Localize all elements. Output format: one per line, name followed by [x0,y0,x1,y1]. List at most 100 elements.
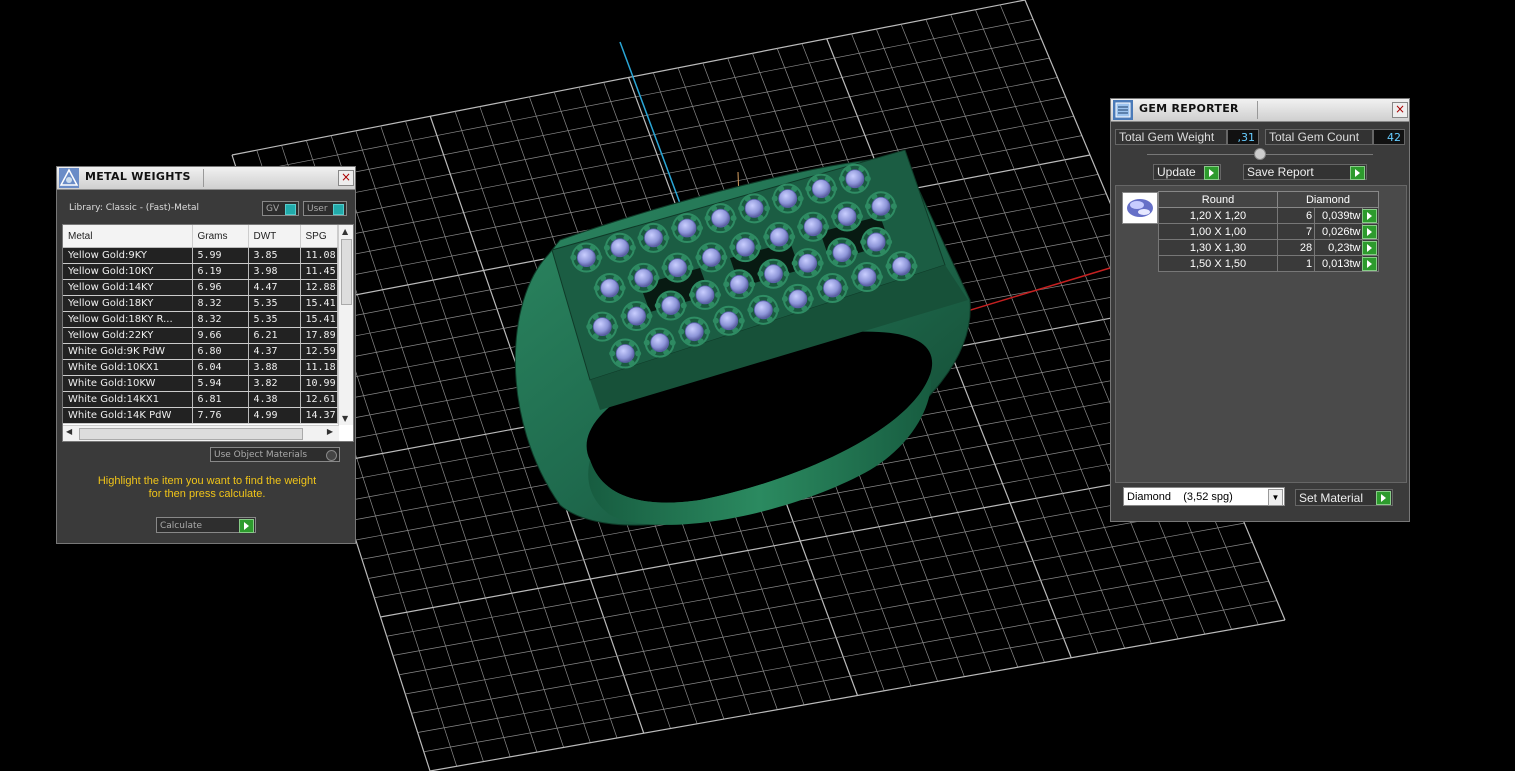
metal-name-cell: Yellow Gold:9KY [63,247,193,264]
gem-prong [688,291,695,298]
table-row[interactable]: White Gold:9K PdW 6.80 4.37 12.59 [63,343,338,360]
material-select[interactable]: Diamond (3,52 spg) ▼ [1123,487,1285,506]
metal-weights-panel: METAL WEIGHTS × Library: Classic - (Fast… [56,166,356,544]
gem-prong [747,306,754,313]
grams-cell: 9.66 [192,327,249,344]
gem-prong [831,213,838,220]
gem-col-shape: Round [1158,191,1278,208]
hint-line-2: for then press calculate. [148,488,266,500]
close-icon[interactable]: × [1392,102,1408,118]
splitter-knob[interactable] [1254,148,1266,160]
scroll-up-icon[interactable]: ▲ [342,227,348,236]
round-diamond-thumbnail-icon[interactable] [1122,192,1158,224]
table-row[interactable]: Yellow Gold:22KY 9.66 6.21 17.89 [63,327,338,344]
gem-stone [719,311,739,331]
spg-cell: 14.37 [300,407,338,424]
metal-table-container: Metal Grams DWT SPG Yellow Gold:9KY 5.99 3… [62,224,354,442]
gem-prong [635,350,642,357]
table-row[interactable]: Yellow Gold:10KY 6.19 3.98 11.45 [63,263,338,280]
table-row[interactable]: Yellow Gold:18KY 8.32 5.35 15.41 [63,295,338,312]
gem-prong [570,254,577,261]
calculate-button[interactable]: Calculate [156,517,256,533]
table-row[interactable]: White Gold:14K PdW 7.76 4.99 14.37 [63,407,338,424]
h-scroll-thumb[interactable] [79,428,303,440]
table-row[interactable]: White Gold:14KX1 6.81 4.38 12.61 [63,391,338,408]
update-button[interactable]: Update [1153,164,1221,180]
gem-row[interactable]: 1,20 X 1,20 6 0,039tw [1158,207,1379,224]
gem-prong [783,270,790,277]
table-row[interactable]: White Gold:10KW 5.94 3.82 10.99 [63,375,338,392]
gem-stone [610,238,630,258]
gem-row[interactable]: 1,00 X 1,00 7 0,026tw [1158,223,1379,240]
close-icon[interactable]: × [338,170,354,186]
hint-line-1: Highlight the item you want to find the … [97,475,317,487]
gem-prong [823,223,830,230]
gv-toggle[interactable]: GV [262,201,299,216]
gem-prong [697,225,704,232]
gem-prong [791,260,798,267]
gem-reporter-panel: GEM REPORTER × Total Gem Weight ,31 Tota… [1110,98,1410,522]
vertical-scrollbar[interactable]: ▲ ▼ [338,225,353,425]
gem-prong [678,328,685,335]
library-label: Library: Classic - (Fast)-Metal [69,203,200,213]
scroll-right-icon[interactable]: ▶ [327,427,333,436]
scroll-down-icon[interactable]: ▼ [342,414,348,423]
table-row[interactable]: Yellow Gold:9KY 5.99 3.85 11.08 [63,247,338,264]
gem-prong [712,317,719,324]
grams-cell: 6.04 [192,359,249,376]
col-header-grams[interactable]: Grams [192,225,249,248]
instruction-hint: Highlight the item you want to find the … [67,475,347,501]
use-object-materials-toggle[interactable]: Use Object Materials [210,447,340,462]
gem-stone [778,189,798,208]
scroll-thumb[interactable] [341,239,352,305]
gem-row-action[interactable] [1361,223,1379,240]
gv-toggle-label: GV [266,204,280,214]
metal-name-cell: Yellow Gold:18KY R... [63,311,193,328]
gem-prong [704,215,711,222]
gem-prong [755,244,762,251]
table-row[interactable]: Yellow Gold:14KY 6.96 4.47 12.88 [63,279,338,296]
gem-row-action[interactable] [1361,239,1379,256]
gem-prong [857,213,864,220]
col-header-metal[interactable]: Metal [63,225,193,248]
gem-stone [857,267,877,287]
save-report-button[interactable]: Save Report [1243,164,1367,180]
horizontal-scrollbar[interactable]: ◀ ▶ [63,425,339,441]
col-header-spg[interactable]: SPG [300,225,338,248]
gem-row[interactable]: 1,30 X 1,30 28 0,23tw [1158,239,1379,256]
gem-stone [600,278,620,298]
gem-row-action[interactable] [1361,207,1379,224]
grams-cell: 7.76 [192,407,249,424]
gem-stone [866,232,886,252]
gem-reporter-logo-icon [1113,100,1133,120]
total-gem-count-label: Total Gem Count [1265,129,1373,145]
spg-cell: 10.99 [300,375,338,392]
gem-reporter-titlebar[interactable]: GEM REPORTER × [1111,99,1409,122]
table-row[interactable]: White Gold:10KX1 6.04 3.88 11.18 [63,359,338,376]
metal-weights-titlebar[interactable]: METAL WEIGHTS × [57,167,355,190]
user-toggle[interactable]: User [303,201,347,216]
gem-prong [789,233,796,240]
gem-prong [797,195,804,202]
gem-stone [788,289,808,309]
gem-stone [798,253,818,273]
table-row[interactable]: Yellow Gold:18KY R... 8.32 5.35 15.41 [63,311,338,328]
gem-prong [805,185,812,192]
gem-row[interactable]: 1,50 X 1,50 1 0,013tw [1158,255,1379,272]
gem-row-action[interactable] [1361,255,1379,272]
col-header-dwt[interactable]: DWT [248,225,301,248]
play-arrow-icon [1350,166,1365,180]
gem-prong [593,285,600,292]
gem-stone [811,179,831,199]
set-material-button[interactable]: Set Material [1295,489,1393,506]
gem-table-header: Round Diamond [1158,191,1379,208]
metal-name-cell: White Gold:14K PdW [63,407,193,424]
gem-stone [677,218,697,238]
gem-prong [596,254,603,261]
scroll-left-icon[interactable]: ◀ [66,427,72,436]
gem-prong [661,264,668,271]
dwt-cell: 3.88 [248,359,301,376]
metal-weights-title: METAL WEIGHTS [85,170,191,183]
chevron-down-icon[interactable]: ▼ [1268,489,1283,506]
gem-prong [911,263,918,270]
